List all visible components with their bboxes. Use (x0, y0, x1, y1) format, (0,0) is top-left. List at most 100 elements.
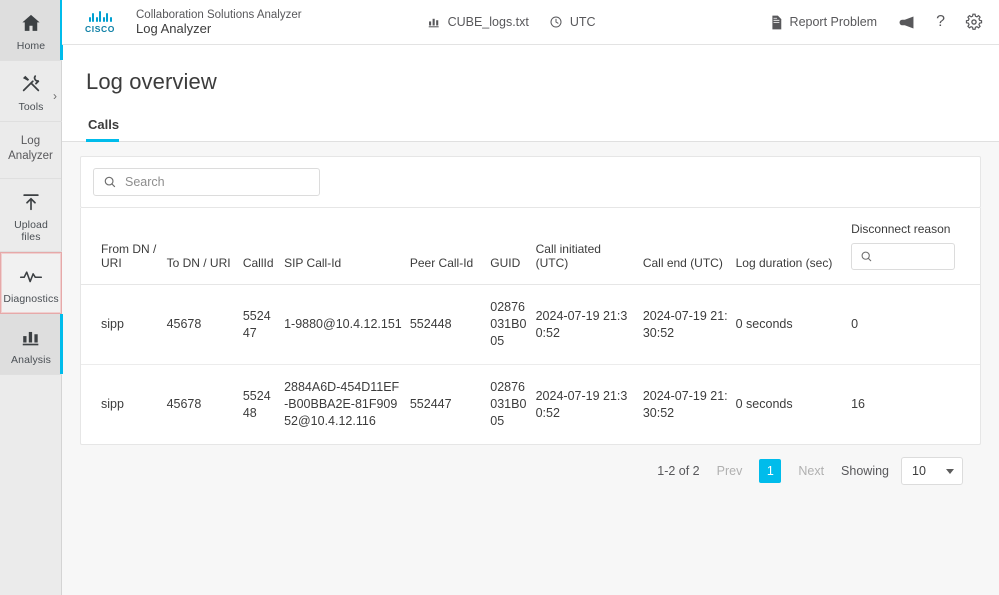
sidebar-item-tools-label: Tools (18, 101, 44, 113)
cell-peer-call-id: 552447 (409, 397, 452, 411)
cisco-logo: CISCO (76, 10, 124, 34)
column-header-callid[interactable]: CallId (242, 208, 285, 285)
question-mark-icon[interactable]: ? (936, 13, 945, 31)
megaphone-icon[interactable] (897, 14, 916, 31)
cell-guid: 02876031B005 (490, 284, 536, 365)
calls-table-body: sipp 45678 552447 1-9880@10.4.12.151 552… (81, 284, 980, 445)
search-box[interactable] (93, 168, 320, 196)
cell-callid: 552447 (242, 284, 285, 365)
cell-call-initiated: 2024-07-19 21:30:52 (535, 284, 643, 365)
search-card (80, 156, 981, 208)
sidebar-item-home[interactable]: Home (0, 0, 63, 61)
column-header-peer-call-id[interactable]: Peer Call-Id (409, 208, 491, 285)
disconnect-reason-input[interactable] (879, 249, 947, 264)
sidebar-item-analysis-label: Analysis (11, 354, 51, 366)
content-area: From DN / URI To DN / URI CallId SIP Cal… (62, 142, 999, 595)
cell-call-end: 2024-07-19 21:30:52 (642, 388, 728, 420)
sidebar-item-upload-files-label: Upload (14, 219, 48, 231)
cell-log-duration: 0 seconds (735, 284, 852, 365)
table-row[interactable]: sipp 45678 552448 2884A6D-454D11EF-B00BB… (81, 365, 980, 445)
report-problem-label: Report Problem (789, 15, 878, 29)
search-input[interactable] (125, 175, 310, 189)
column-header-to-dn-uri[interactable]: To DN / URI (166, 208, 243, 285)
gear-icon[interactable] (965, 13, 983, 31)
bar-chart-icon (18, 324, 44, 350)
sidebar-section-label-line2: Analyzer (8, 150, 53, 162)
report-problem-button[interactable]: Report Problem (770, 15, 878, 30)
cell-disconnect-reason: 16 (851, 397, 865, 411)
cell-guid: 02876031B005 (490, 380, 527, 428)
top-bar-right: Report Problem ? (770, 13, 983, 31)
column-header-call-initiated[interactable]: Call initiated (UTC) (535, 208, 643, 285)
cell-from-dn-uri: sipp (81, 284, 167, 365)
sidebar-item-diagnostics[interactable]: Diagnostics (0, 252, 62, 314)
timezone-label: UTC (569, 15, 596, 29)
cell-peer-call-id: 552448 (409, 284, 491, 365)
app-name: Collaboration Solutions Analyzer (136, 9, 302, 21)
column-header-sip-call-id[interactable]: SIP Call-Id (284, 208, 410, 285)
sidebar-section-label-line1: Log (20, 135, 41, 147)
page-size-select[interactable]: 10 (901, 457, 963, 485)
sidebar-item-home-label: Home (16, 40, 46, 52)
cell-call-end: 2024-07-19 21:30:52 (642, 284, 736, 365)
page-header: Log overview (62, 45, 999, 95)
cell-to-dn-uri: 45678 (166, 284, 243, 365)
cell-sip-call-id: 1-9880@10.4.12.151 (284, 284, 410, 365)
tab-calls-label: Calls (88, 117, 120, 132)
sidebar-item-analysis[interactable]: Analysis (0, 314, 63, 375)
table-row[interactable]: sipp 45678 552447 1-9880@10.4.12.151 552… (81, 284, 980, 365)
pagination-prev-button[interactable]: Prev (712, 464, 748, 478)
page-title: Log overview (86, 69, 217, 94)
chevron-right-icon: › (53, 89, 57, 103)
tools-icon (18, 71, 44, 97)
top-bar: CISCO Collaboration Solutions Analyzer L… (62, 0, 999, 45)
column-header-call-end[interactable]: Call end (UTC) (642, 208, 736, 285)
calls-table: From DN / URI To DN / URI CallId SIP Cal… (81, 208, 980, 444)
timezone-chip[interactable]: UTC (549, 15, 596, 29)
page-body: Log overview Calls Search From DN / URI … (62, 45, 999, 595)
cell-log-duration: 0 seconds (735, 397, 793, 411)
document-icon (770, 15, 783, 30)
current-file-chip[interactable]: CUBE_logs.txt (427, 15, 529, 29)
column-header-log-duration[interactable]: Log duration (sec) (735, 208, 852, 285)
pagination-next-button[interactable]: Next (793, 464, 829, 478)
clock-icon (549, 15, 563, 29)
sidebar-item-upload-files-label2: files (21, 231, 41, 243)
column-header-disconnect-reason: Disconnect reason (851, 208, 980, 285)
home-icon (18, 10, 44, 36)
sidebar-section-log-analyzer: Log Analyzer (0, 122, 61, 179)
cell-call-initiated: 2024-07-19 21:30:52 (535, 388, 628, 420)
cisco-logo-wordmark: CISCO (85, 23, 115, 34)
search-icon (860, 250, 873, 263)
cisco-logo-bars (88, 10, 112, 22)
pagination-page-1[interactable]: 1 (759, 459, 782, 483)
pagination-range: 1-2 of 2 (657, 464, 700, 478)
cell-to-dn-uri: 45678 (166, 397, 202, 411)
sidebar-item-tools[interactable]: Tools › (0, 61, 62, 122)
page-size-value: 10 (912, 464, 926, 478)
brand-block[interactable]: CISCO Collaboration Solutions Analyzer L… (76, 8, 302, 36)
pagination: 1-2 of 2 Prev 1 Next Showing 10 (80, 445, 981, 497)
cell-callid: 552448 (242, 388, 271, 420)
calls-table-card: From DN / URI To DN / URI CallId SIP Cal… (80, 208, 981, 445)
app-subname: Log Analyzer (136, 21, 212, 36)
cell-from-dn-uri: sipp (101, 397, 124, 411)
calls-table-head: From DN / URI To DN / URI CallId SIP Cal… (81, 208, 980, 285)
bar-chart-icon (427, 15, 441, 29)
sidebar: Home Tools › Log Analyzer Upload files D… (0, 0, 63, 595)
upload-icon (18, 189, 44, 215)
top-bar-center: CUBE_logs.txt UTC (427, 15, 596, 29)
sidebar-item-diagnostics-label: Diagnostics (3, 293, 59, 305)
column-header-guid[interactable]: GUID (490, 208, 536, 285)
chevron-down-icon (946, 468, 954, 474)
tab-bar: Calls (62, 117, 999, 142)
pagination-showing-label: Showing (841, 464, 889, 478)
current-file-label: CUBE_logs.txt (447, 15, 529, 29)
sidebar-item-upload-files[interactable]: Upload files (0, 179, 62, 252)
column-header-from-dn-uri[interactable]: From DN / URI (81, 208, 167, 285)
cell-sip-call-id: 2884A6D-454D11EF-B00BBA2E-81F90952@10.4.… (284, 380, 400, 428)
disconnect-reason-filter[interactable] (851, 243, 956, 270)
tab-calls[interactable]: Calls (86, 117, 129, 142)
app-root: Home Tools › Log Analyzer Upload files D… (0, 0, 999, 595)
calls-table-header-row: From DN / URI To DN / URI CallId SIP Cal… (81, 208, 980, 285)
